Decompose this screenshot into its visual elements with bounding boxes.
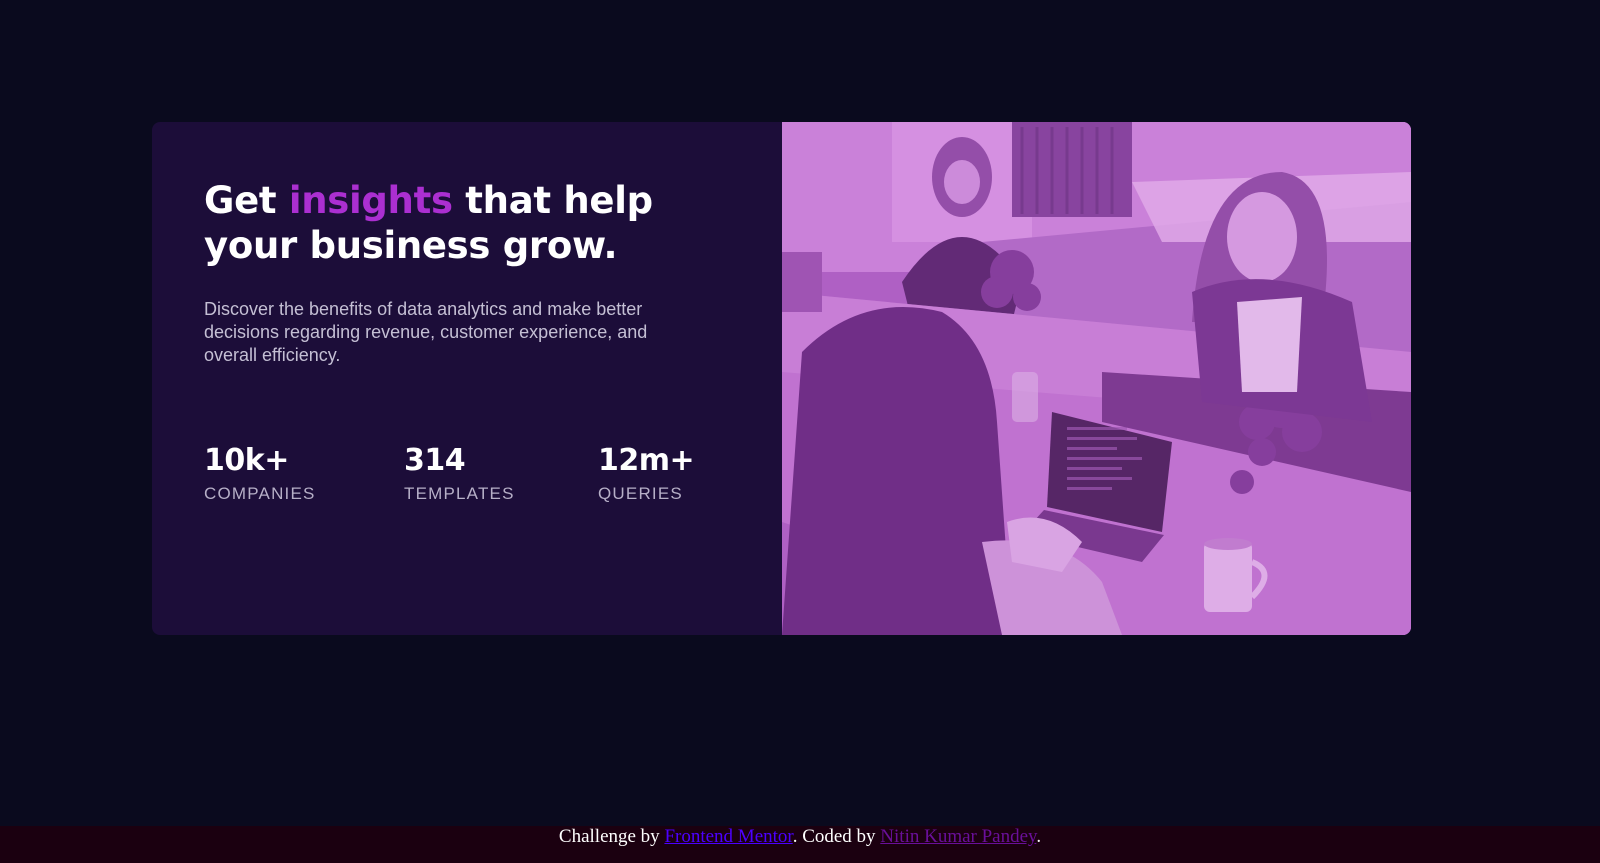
attribution-footer: Challenge by Frontend Mentor. Coded by N…	[0, 826, 1600, 863]
card-text-panel: Get insights that help your business gro…	[152, 122, 782, 635]
stat-value: 10k+	[204, 443, 289, 478]
office-photo	[782, 122, 1411, 635]
stat-queries: 12m+ QUERIES	[598, 443, 695, 504]
stat-value: 12m+	[598, 443, 695, 478]
stat-companies: 10k+ COMPANIES	[204, 444, 316, 504]
footer-suffix: .	[1036, 826, 1042, 847]
card-description: Discover the benefits of data analytics …	[204, 299, 648, 365]
stat-label: QUERIES	[598, 484, 683, 503]
stat-label: TEMPLATES	[404, 484, 515, 503]
headline-start: Get	[204, 179, 289, 222]
footer-prefix: Challenge by	[558, 826, 665, 847]
stat-templates: 314 TEMPLATES	[404, 444, 515, 504]
author-link[interactable]: Nitin Kumar Pandey	[880, 826, 1036, 847]
header-image	[782, 122, 1411, 635]
stats-preview-card: Get insights that help your business gro…	[152, 122, 1411, 635]
stats-row: 10k+ COMPANIES 314 TEMPLATES 12m+ QUERIE…	[204, 444, 744, 524]
footer-middle: . Coded by	[792, 826, 881, 847]
headline-accent: insights	[288, 179, 453, 222]
frontend-mentor-link[interactable]: Frontend Mentor	[664, 826, 792, 847]
stat-value: 314	[404, 443, 466, 478]
card-headline: Get insights that help your business gro…	[204, 178, 744, 268]
stat-label: COMPANIES	[204, 484, 316, 503]
